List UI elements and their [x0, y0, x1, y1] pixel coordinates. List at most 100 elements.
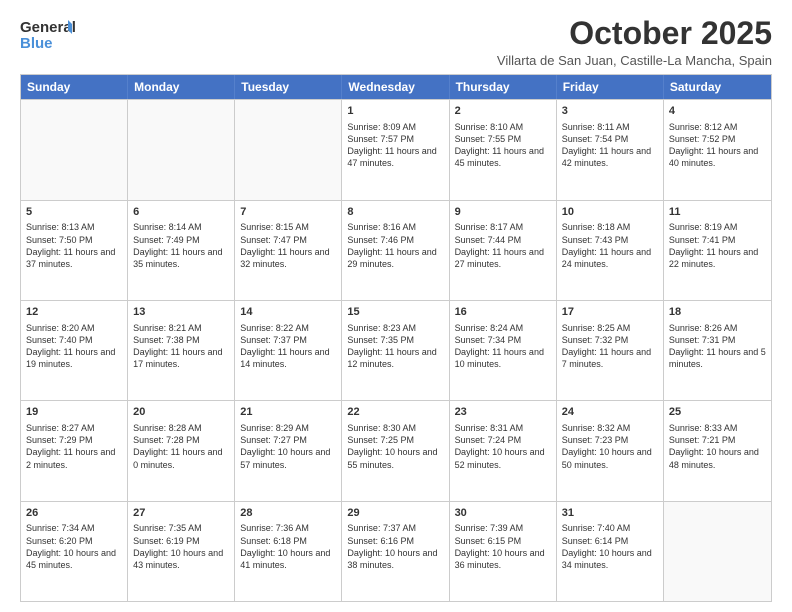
day-number: 24: [562, 405, 658, 420]
calendar-day-header: Friday: [557, 75, 664, 99]
day-number: 3: [562, 104, 658, 119]
day-number: 18: [669, 305, 766, 320]
day-number: 6: [133, 205, 229, 220]
day-number: 31: [562, 506, 658, 521]
cell-content: Sunrise: 8:11 AMSunset: 7:54 PMDaylight:…: [562, 121, 658, 170]
cell-content: Sunrise: 8:18 AMSunset: 7:43 PMDaylight:…: [562, 221, 658, 270]
calendar-day-header: Tuesday: [235, 75, 342, 99]
cell-content: Sunrise: 8:24 AMSunset: 7:34 PMDaylight:…: [455, 322, 551, 371]
cell-content: Sunrise: 8:13 AMSunset: 7:50 PMDaylight:…: [26, 221, 122, 270]
day-number: 1: [347, 104, 443, 119]
calendar-row: 12Sunrise: 8:20 AMSunset: 7:40 PMDayligh…: [21, 300, 771, 400]
calendar-day-header: Monday: [128, 75, 235, 99]
calendar-cell: 13Sunrise: 8:21 AMSunset: 7:38 PMDayligh…: [128, 301, 235, 400]
calendar-cell: 7Sunrise: 8:15 AMSunset: 7:47 PMDaylight…: [235, 201, 342, 300]
calendar-cell: [235, 100, 342, 199]
cell-content: Sunrise: 8:15 AMSunset: 7:47 PMDaylight:…: [240, 221, 336, 270]
logo: General Blue: [20, 16, 76, 52]
calendar-cell: 21Sunrise: 8:29 AMSunset: 7:27 PMDayligh…: [235, 401, 342, 500]
calendar-cell: 26Sunrise: 7:34 AMSunset: 6:20 PMDayligh…: [21, 502, 128, 601]
day-number: 23: [455, 405, 551, 420]
calendar-cell: 6Sunrise: 8:14 AMSunset: 7:49 PMDaylight…: [128, 201, 235, 300]
calendar-cell: 8Sunrise: 8:16 AMSunset: 7:46 PMDaylight…: [342, 201, 449, 300]
day-number: 9: [455, 205, 551, 220]
calendar: SundayMondayTuesdayWednesdayThursdayFrid…: [20, 74, 772, 602]
svg-text:Blue: Blue: [20, 35, 53, 52]
calendar-day-header: Saturday: [664, 75, 771, 99]
day-number: 7: [240, 205, 336, 220]
cell-content: Sunrise: 8:19 AMSunset: 7:41 PMDaylight:…: [669, 221, 766, 270]
calendar-cell: 10Sunrise: 8:18 AMSunset: 7:43 PMDayligh…: [557, 201, 664, 300]
cell-content: Sunrise: 7:39 AMSunset: 6:15 PMDaylight:…: [455, 522, 551, 571]
day-number: 17: [562, 305, 658, 320]
calendar-cell: [664, 502, 771, 601]
cell-content: Sunrise: 8:22 AMSunset: 7:37 PMDaylight:…: [240, 322, 336, 371]
day-number: 2: [455, 104, 551, 119]
cell-content: Sunrise: 8:14 AMSunset: 7:49 PMDaylight:…: [133, 221, 229, 270]
cell-content: Sunrise: 7:34 AMSunset: 6:20 PMDaylight:…: [26, 522, 122, 571]
cell-content: Sunrise: 8:30 AMSunset: 7:25 PMDaylight:…: [347, 422, 443, 471]
calendar-cell: 9Sunrise: 8:17 AMSunset: 7:44 PMDaylight…: [450, 201, 557, 300]
day-number: 30: [455, 506, 551, 521]
day-number: 28: [240, 506, 336, 521]
month-title: October 2025: [497, 16, 772, 51]
cell-content: Sunrise: 8:25 AMSunset: 7:32 PMDaylight:…: [562, 322, 658, 371]
day-number: 15: [347, 305, 443, 320]
day-number: 29: [347, 506, 443, 521]
calendar-cell: 3 Sunrise: 8:11 AMSunset: 7:54 PMDaylight…: [557, 100, 664, 199]
header-right: October 2025 Villarta de San Juan, Casti…: [497, 16, 772, 68]
calendar-cell: 4Sunrise: 8:12 AMSunset: 7:52 PMDaylight…: [664, 100, 771, 199]
calendar-day-header: Sunday: [21, 75, 128, 99]
cell-content: Sunrise: 7:40 AMSunset: 6:14 PMDaylight:…: [562, 522, 658, 571]
day-number: 8: [347, 205, 443, 220]
calendar-cell: 22Sunrise: 8:30 AMSunset: 7:25 PMDayligh…: [342, 401, 449, 500]
calendar-cell: 15 Sunrise: 8:23 AMSunset: 7:35 PMDayligh…: [342, 301, 449, 400]
calendar-cell: 5Sunrise: 8:13 AMSunset: 7:50 PMDaylight…: [21, 201, 128, 300]
cell-content: Sunrise: 8:27 AMSunset: 7:29 PMDaylight:…: [26, 422, 122, 471]
cell-content: Sunrise: 8:16 AMSunset: 7:46 PMDaylight:…: [347, 221, 443, 270]
cell-content: Sunrise: 8:20 AMSunset: 7:40 PMDaylight:…: [26, 322, 122, 371]
cell-content: Sunrise: 8:09 AMSunset: 7:57 PMDaylight:…: [347, 121, 443, 170]
calendar-row: 26Sunrise: 7:34 AMSunset: 6:20 PMDayligh…: [21, 501, 771, 601]
calendar-cell: 19Sunrise: 8:27 AMSunset: 7:29 PMDayligh…: [21, 401, 128, 500]
day-number: 13: [133, 305, 229, 320]
calendar-cell: 20 Sunrise: 8:28 AMSunset: 7:28 PMDayligh…: [128, 401, 235, 500]
calendar-cell: 1 Sunrise: 8:09 AMSunset: 7:57 PMDaylight…: [342, 100, 449, 199]
cell-content: Sunrise: 8:32 AMSunset: 7:23 PMDaylight:…: [562, 422, 658, 471]
calendar-cell: 25 Sunrise: 8:33 AMSunset: 7:21 PMDayligh…: [664, 401, 771, 500]
cell-content: Sunrise: 8:28 AMSunset: 7:28 PMDaylight:…: [133, 422, 229, 471]
page: General Blue October 2025 Villarta de Sa…: [0, 0, 792, 612]
cell-content: Sunrise: 8:23 AMSunset: 7:35 PMDaylight:…: [347, 322, 443, 371]
calendar-cell: 31Sunrise: 7:40 AMSunset: 6:14 PMDayligh…: [557, 502, 664, 601]
logo-svg: General Blue: [20, 16, 76, 52]
calendar-day-header: Wednesday: [342, 75, 449, 99]
calendar-body: 1 Sunrise: 8:09 AMSunset: 7:57 PMDaylight…: [21, 99, 771, 601]
location: Villarta de San Juan, Castille-La Mancha…: [497, 53, 772, 68]
calendar-cell: 2Sunrise: 8:10 AMSunset: 7:55 PMDaylight…: [450, 100, 557, 199]
cell-content: Sunrise: 8:26 AMSunset: 7:31 PMDaylight:…: [669, 322, 766, 371]
day-number: 10: [562, 205, 658, 220]
cell-content: Sunrise: 8:33 AMSunset: 7:21 PMDaylight:…: [669, 422, 766, 471]
calendar-cell: 23Sunrise: 8:31 AMSunset: 7:24 PMDayligh…: [450, 401, 557, 500]
calendar-cell: 18 Sunrise: 8:26 AMSunset: 7:31 PMDayligh…: [664, 301, 771, 400]
calendar-cell: 11Sunrise: 8:19 AMSunset: 7:41 PMDayligh…: [664, 201, 771, 300]
day-number: 20: [133, 405, 229, 420]
calendar-cell: [128, 100, 235, 199]
calendar-cell: 28Sunrise: 7:36 AMSunset: 6:18 PMDayligh…: [235, 502, 342, 601]
day-number: 25: [669, 405, 766, 420]
cell-content: Sunrise: 8:29 AMSunset: 7:27 PMDaylight:…: [240, 422, 336, 471]
header: General Blue October 2025 Villarta de Sa…: [20, 16, 772, 68]
day-number: 5: [26, 205, 122, 220]
day-number: 26: [26, 506, 122, 521]
calendar-row: 19Sunrise: 8:27 AMSunset: 7:29 PMDayligh…: [21, 400, 771, 500]
day-number: 11: [669, 205, 766, 220]
svg-text:General: General: [20, 19, 76, 36]
calendar-cell: 27Sunrise: 7:35 AMSunset: 6:19 PMDayligh…: [128, 502, 235, 601]
cell-content: Sunrise: 7:36 AMSunset: 6:18 PMDaylight:…: [240, 522, 336, 571]
day-number: 4: [669, 104, 766, 119]
calendar-cell: 24 Sunrise: 8:32 AMSunset: 7:23 PMDayligh…: [557, 401, 664, 500]
cell-content: Sunrise: 8:17 AMSunset: 7:44 PMDaylight:…: [455, 221, 551, 270]
calendar-cell: 29Sunrise: 7:37 AMSunset: 6:16 PMDayligh…: [342, 502, 449, 601]
day-number: 14: [240, 305, 336, 320]
calendar-cell: 30Sunrise: 7:39 AMSunset: 6:15 PMDayligh…: [450, 502, 557, 601]
